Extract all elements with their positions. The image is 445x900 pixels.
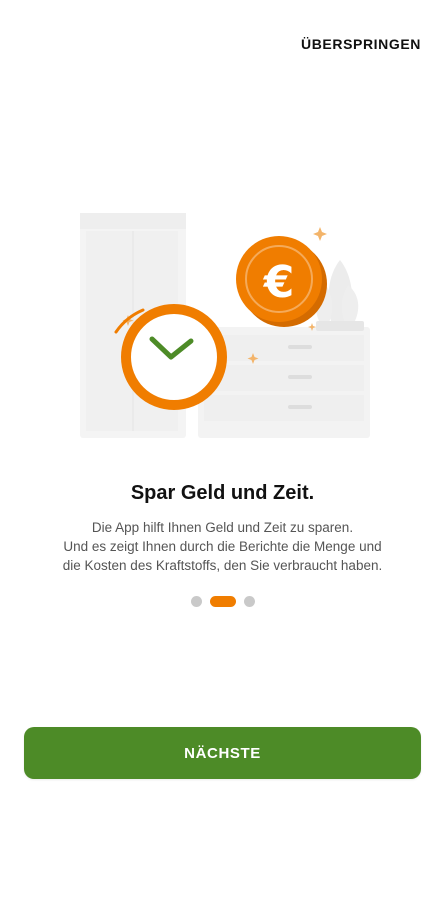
page-indicator: [0, 596, 445, 607]
onboarding-description: Die App hilft Ihnen Geld und Zeit zu spa…: [40, 518, 405, 575]
euro-coin-icon: €: [236, 236, 327, 327]
euro-symbol: €: [263, 257, 295, 308]
page-dot-3[interactable]: [243, 596, 255, 607]
description-line-1: Die App hilft Ihnen Geld und Zeit zu spa…: [91, 520, 354, 535]
skip-button[interactable]: ÜBERSPRINGEN: [301, 36, 421, 52]
onboarding-title: Spar Geld und Zeit.: [130, 482, 315, 504]
onboarding-illustration: €: [70, 205, 380, 440]
description-line-2: Und es zeigt Ihnen durch die Berichte di…: [63, 539, 382, 554]
next-button[interactable]: NÄCHSTE: [24, 727, 421, 779]
description-line-3: die Kosten des Kraftstoffs, den Sie verb…: [62, 558, 383, 573]
page-dot-1[interactable]: [190, 596, 202, 607]
page-dot-2-active[interactable]: [209, 596, 236, 607]
